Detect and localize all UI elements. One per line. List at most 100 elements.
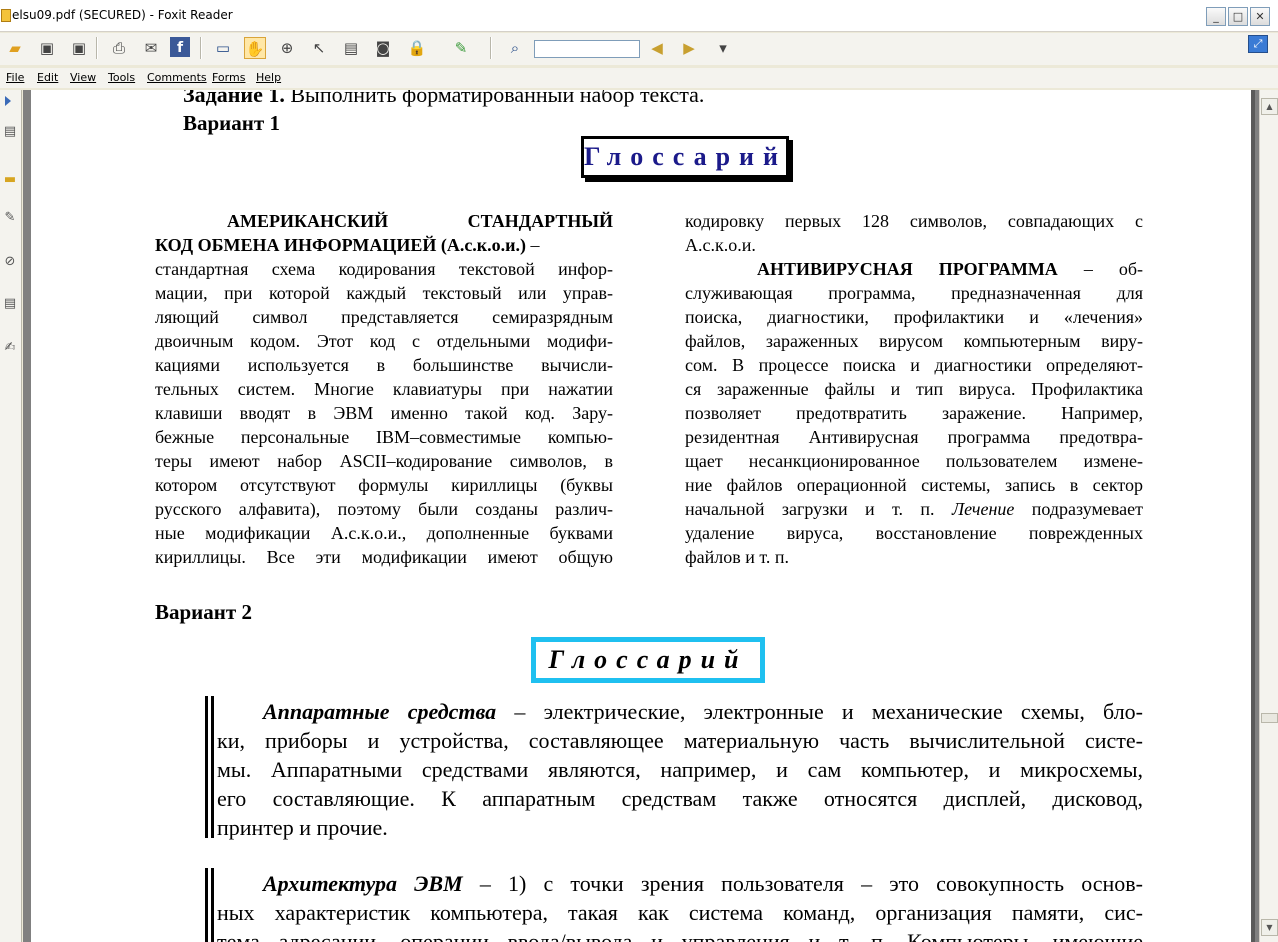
text-line: резидентная Антивирусная программа предо… <box>685 427 1143 447</box>
attachments-icon[interactable]: ⊘ <box>0 252 20 272</box>
text-line: ние файлов операционной системы, запись … <box>685 475 1143 495</box>
pdf-page: Задание 1. Выполнить форматированный наб… <box>31 90 1251 942</box>
text-line: его составляющие. К аппаратным средствам… <box>217 786 1143 811</box>
text-line: начальной загрузки и т. п. Лечение подра… <box>685 499 1143 519</box>
text-line: файлов и т. п. <box>685 547 790 567</box>
save-icon[interactable]: ▣ <box>36 37 58 59</box>
text-line: АМЕРИКАНСКИЙ СТАНДАРТНЫЙ <box>227 211 613 231</box>
find-input[interactable] <box>534 40 640 58</box>
paragraph-border <box>211 868 214 942</box>
task-text: Выполнить форматированный набор текста. <box>284 90 705 107</box>
text-line: принтер и прочие. <box>217 815 388 840</box>
comments-icon[interactable]: ▬ <box>0 170 20 190</box>
find-next-icon[interactable]: ▶ <box>678 37 700 59</box>
save-as-icon[interactable]: ▣ <box>68 37 90 59</box>
fields-icon[interactable]: ✍ <box>0 338 20 358</box>
find-icon[interactable]: ⌕ <box>504 37 526 59</box>
expand-panel-icon[interactable] <box>5 96 11 106</box>
find-options-icon[interactable]: ▾ <box>712 37 734 59</box>
text-line: мации, при которой каждый текстовый или … <box>155 283 613 303</box>
menu-bar: File Edit View Tools Comments Forms Help <box>0 68 1278 88</box>
text-line: кириллицы. Все эти модификации имеют общ… <box>155 547 613 567</box>
paragraph-border <box>205 868 208 942</box>
zoom-icon[interactable]: ⊕ <box>276 37 298 59</box>
text-line: тема адресации, операции ввода/вывода и … <box>217 929 1143 942</box>
text-line: котором отсутствуют формулы кириллицы (б… <box>155 475 613 495</box>
scroll-up-icon[interactable]: ▲ <box>1261 98 1278 115</box>
paragraph-border <box>205 696 208 838</box>
maximize-button[interactable]: □ <box>1228 7 1248 26</box>
resize-view-icon[interactable]: ⤢ <box>1248 35 1268 53</box>
open-icon[interactable]: ▰ <box>4 37 26 59</box>
minimize-button[interactable]: _ <box>1206 7 1226 26</box>
toolbar-separator <box>490 37 492 59</box>
pdf-file-icon <box>1 9 11 22</box>
sign-icon[interactable]: ✎ <box>450 37 472 59</box>
text-line: ки, приборы и устройства, составляющее м… <box>217 728 1143 753</box>
snapshot-icon[interactable]: ◙ <box>372 37 394 59</box>
text-line: кодировку первых 128 символов, совпадающ… <box>685 211 1143 231</box>
glossary-heading-2: Глоссарий <box>531 637 765 683</box>
text-line: ные модификации А.с.к.о.и., дополненные … <box>155 523 613 543</box>
find-previous-icon[interactable]: ◀ <box>646 37 668 59</box>
page-shadow <box>1251 90 1255 942</box>
menu-tools[interactable]: Tools <box>108 71 135 84</box>
text-line: файлов, зараженных вирусом компьютерным … <box>685 331 1143 351</box>
scroll-thumb[interactable] <box>1261 713 1278 723</box>
toolbar-separator <box>200 37 202 59</box>
text-line: бежные персональные IBM–совместимые комп… <box>155 427 613 447</box>
title-bar: elsu09.pdf (SECURED) - Foxit Reader _ □ … <box>0 0 1278 32</box>
print-icon[interactable]: ⎙ <box>108 37 130 59</box>
text-line: А.с.к.о.и. <box>685 235 756 255</box>
task-label: Задание 1. <box>183 90 285 107</box>
text-line: щает несанкционированное пользователем и… <box>685 451 1143 471</box>
paragraph-border <box>211 696 214 838</box>
text-line: поиска, диагностики, профилактики и «леч… <box>685 307 1143 327</box>
toolbar-separator <box>96 37 98 59</box>
text-line: служивающая программа, предназначенная д… <box>685 283 1143 303</box>
text-line: ляющий символ представляется семиразрядн… <box>155 307 613 327</box>
window-title: elsu09.pdf (SECURED) - Foxit Reader <box>12 8 233 22</box>
text-line: теры имеют набор ASCII–кодирование симво… <box>155 451 613 471</box>
text-line: позволяет предотвратить заражение. Напри… <box>685 403 1143 423</box>
signatures-icon[interactable]: ✎ <box>0 208 20 228</box>
close-button[interactable]: ✕ <box>1250 7 1270 26</box>
text-line: ных характеристик компьютера, такая как … <box>217 900 1143 925</box>
menu-file[interactable]: File <box>6 71 24 84</box>
hand-icon[interactable]: ✋ <box>244 37 266 59</box>
pages-icon[interactable]: ▤ <box>0 122 20 142</box>
text-select-icon[interactable]: ▤ <box>340 37 362 59</box>
side-panel: ▤ ▬ ✎ ⊘ ▤ ✍ <box>0 90 22 942</box>
text-line: русского алфавита), поэтому были созданы… <box>155 499 613 519</box>
text-line: стандартная схема кодирования текстовой … <box>155 259 613 279</box>
menu-view[interactable]: View <box>70 71 96 84</box>
vertical-scrollbar[interactable]: ▲ ▼ <box>1259 90 1278 942</box>
text-line: мы. Аппаратными средствами являются, нап… <box>217 757 1143 782</box>
rms-icon[interactable]: 🔒 <box>406 37 428 59</box>
select-icon[interactable]: ↖ <box>308 37 330 59</box>
layers-icon[interactable]: ▤ <box>0 294 20 314</box>
text-line: кациями используется в большинстве вычис… <box>155 355 613 375</box>
menu-comments[interactable]: Comments <box>147 71 207 84</box>
scroll-down-icon[interactable]: ▼ <box>1261 919 1278 936</box>
task-line: Задание 1. Выполнить форматированный наб… <box>183 90 704 108</box>
menu-edit[interactable]: Edit <box>37 71 58 84</box>
text-line: клавиши вводят в ЭВМ именно такой код. З… <box>155 403 613 423</box>
glossary-heading-1: Глоссарий <box>581 136 789 178</box>
text-line: сом. В процессе поиска и диагностики опр… <box>685 355 1143 375</box>
variant-2-heading: Вариант 2 <box>155 600 252 624</box>
document-view[interactable]: Задание 1. Выполнить форматированный наб… <box>23 90 1259 942</box>
text-line: Архитектура ЭВМ – 1) с точки зрения поль… <box>263 871 1143 896</box>
text-line: Аппаратные средства – электрические, эле… <box>263 699 1143 724</box>
text-line: двоичным кодом. Этот код с отдельными мо… <box>155 331 613 351</box>
text-line: КОД ОБМЕНА ИНФОРМАЦИЕЙ (А.с.к.о.и.) – <box>155 235 540 255</box>
text-line: удаление вируса, восстановление поврежде… <box>685 523 1143 543</box>
variant-1-heading: Вариант 1 <box>183 111 280 135</box>
text-line: тельных систем. Многие клавиатуры при на… <box>155 379 613 399</box>
email-icon[interactable]: ✉ <box>140 37 162 59</box>
facebook-icon[interactable]: f <box>170 37 190 57</box>
menu-help[interactable]: Help <box>256 71 281 84</box>
menu-forms[interactable]: Forms <box>212 71 245 84</box>
fullscreen-icon[interactable]: ▭ <box>212 37 234 59</box>
text-line: ся зараженные файлы и тип вируса. Профил… <box>685 379 1143 399</box>
